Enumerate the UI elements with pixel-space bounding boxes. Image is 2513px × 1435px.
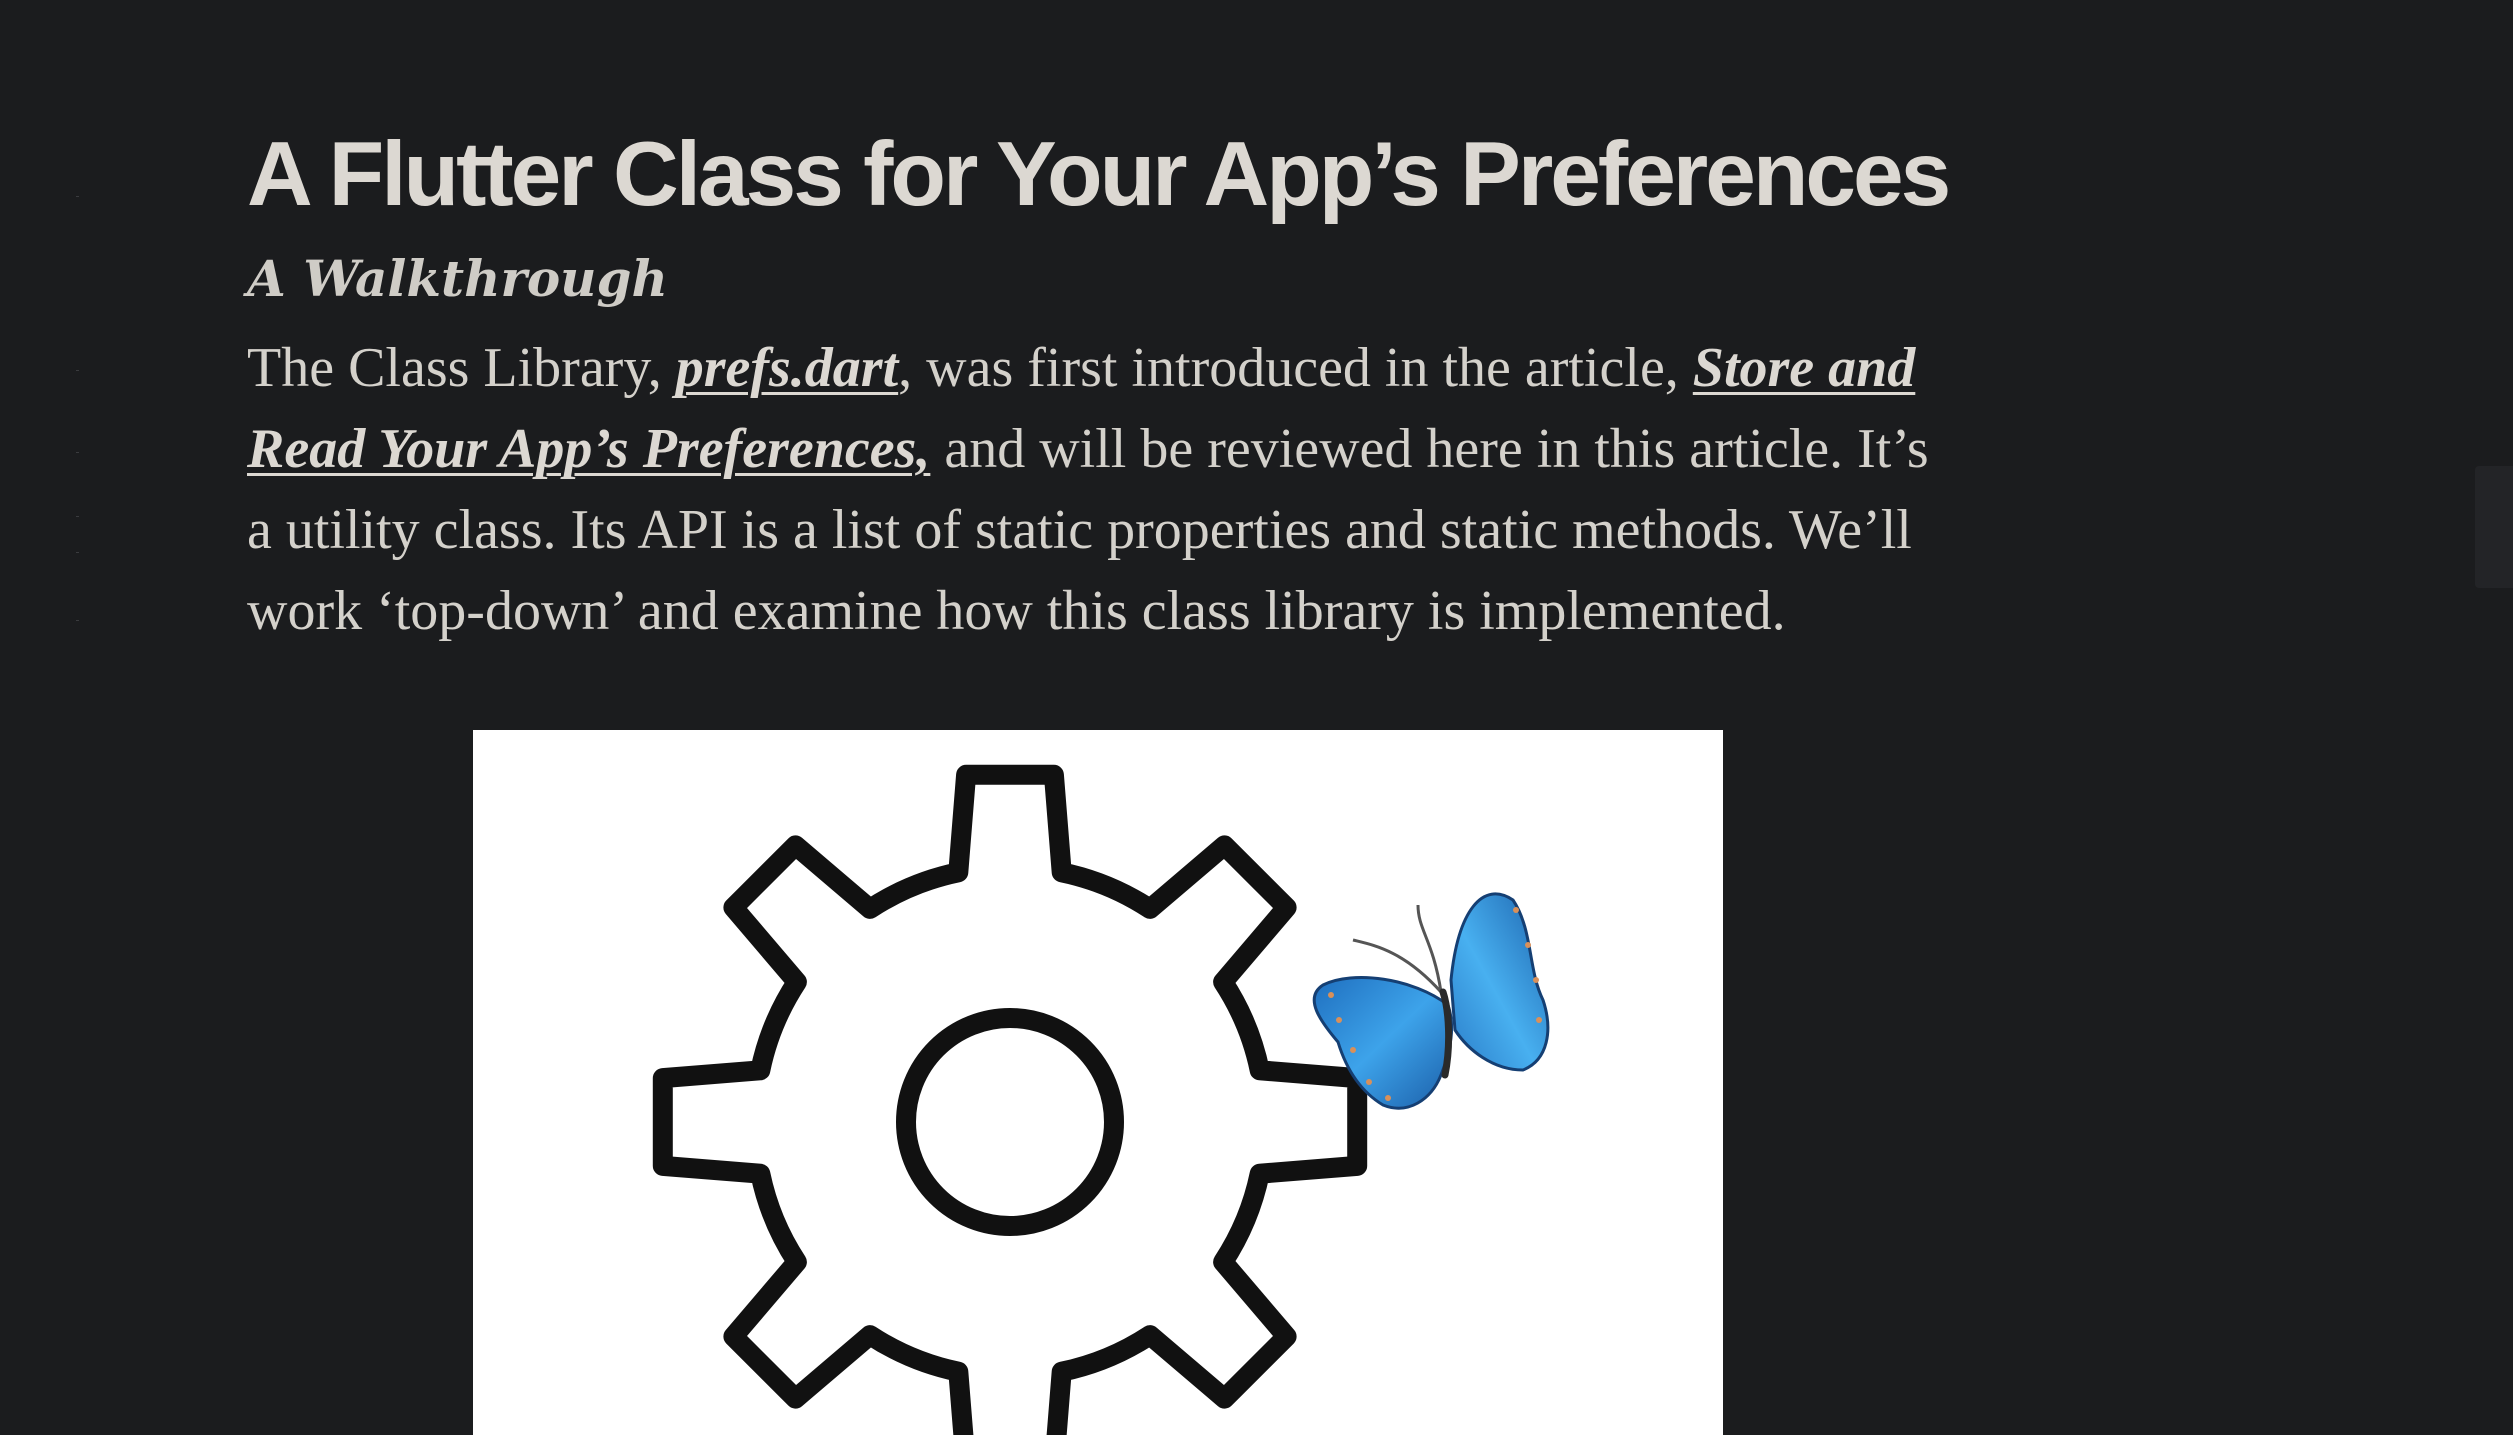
prefs-dart-link[interactable]: prefs.dart	[676, 337, 898, 399]
paragraph-text: , was first introduced in the article,	[898, 337, 1693, 399]
left-margin-markers	[76, 190, 82, 640]
paragraph-text: The Class Library,	[247, 337, 676, 399]
hero-illustration	[652, 764, 1550, 1435]
article-intro-paragraph: The Class Library, prefs.dart, was first…	[247, 328, 1967, 652]
article-hero-image	[473, 730, 1723, 1435]
gear-icon	[652, 764, 1368, 1435]
article: A Flutter Class for Your App’s Preferenc…	[247, 110, 1967, 652]
side-panel-tab[interactable]	[2475, 466, 2513, 588]
article-title: A Flutter Class for Your App’s Preferenc…	[247, 124, 1951, 225]
article-subtitle: A Walkthrough	[247, 249, 668, 308]
